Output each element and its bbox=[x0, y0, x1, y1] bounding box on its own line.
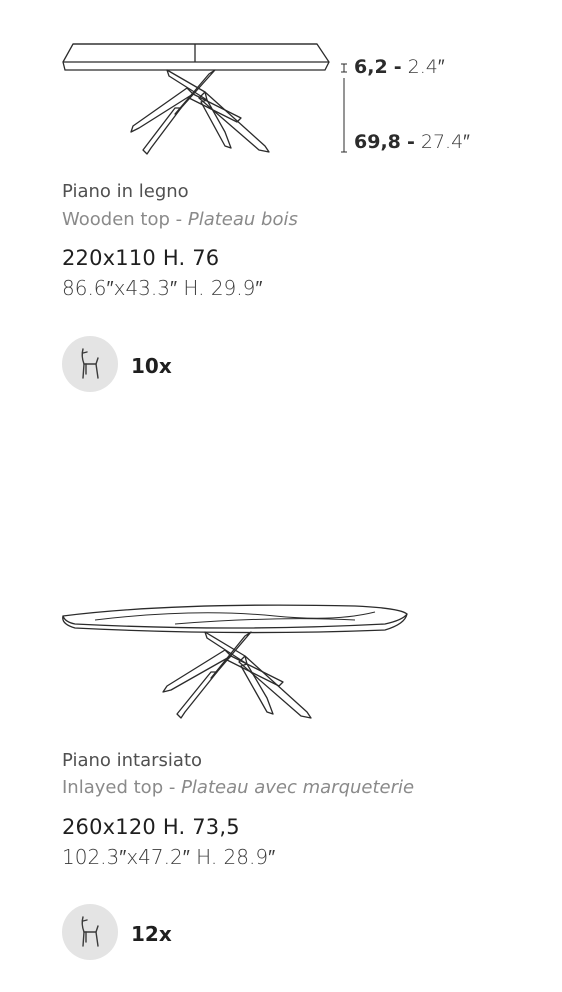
dimension-separator: - bbox=[406, 131, 415, 153]
height-metric: 69,8 bbox=[354, 131, 401, 153]
subtitle-french: Plateau bois bbox=[187, 209, 298, 230]
subtitle-french: Plateau avec marqueterie bbox=[181, 777, 415, 798]
chair-badge bbox=[62, 904, 118, 960]
seat-count: 12x bbox=[131, 922, 172, 946]
product-subtitle: Wooden top - Plateau bois bbox=[62, 209, 298, 230]
size-imperial: 102.3″x47.2″ H. 28.9″ bbox=[62, 845, 276, 869]
top-thickness-metric: 6,2 bbox=[354, 56, 388, 78]
subtitle-english: Wooden top - bbox=[62, 209, 188, 230]
subtitle-english: Inlayed top - bbox=[62, 777, 182, 798]
size-metric: 260x120 H. 73,5 bbox=[62, 815, 240, 839]
size-imperial: 86.6″x43.3″ H. 29.9″ bbox=[62, 276, 263, 300]
seat-count: 10x bbox=[131, 354, 172, 378]
inlayed-top-table-drawing bbox=[62, 604, 408, 719]
product-subtitle: Inlayed top - Plateau avec marqueterie bbox=[62, 777, 414, 798]
height-imperial: 27.4″ bbox=[420, 131, 470, 153]
chair-badge bbox=[62, 336, 118, 392]
chair-icon bbox=[81, 916, 99, 947]
product-title: Piano in legno bbox=[62, 181, 189, 202]
size-metric: 220x110 H. 76 bbox=[62, 246, 220, 270]
dimension-separator: - bbox=[393, 56, 402, 78]
top-thickness-dimension: 6,2 - 2.4″ bbox=[354, 56, 445, 79]
wooden-top-table-drawing bbox=[62, 43, 330, 155]
chair-icon bbox=[81, 348, 99, 379]
height-dimension-line bbox=[341, 63, 347, 153]
height-dimension: 69,8 - 27.4″ bbox=[354, 131, 470, 154]
top-thickness-imperial: 2.4″ bbox=[407, 56, 445, 78]
product-title: Piano intarsiato bbox=[62, 750, 203, 771]
